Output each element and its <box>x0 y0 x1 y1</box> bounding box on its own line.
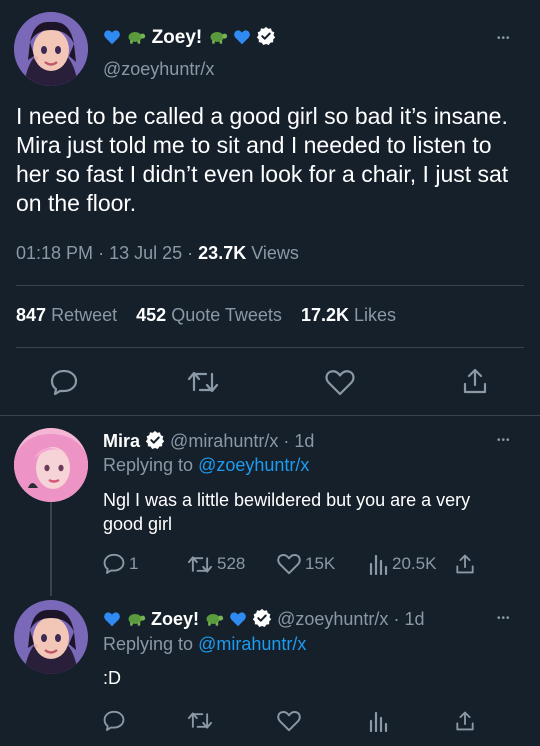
retweets-label: Retweet <box>51 305 118 325</box>
turtle-emoji-icon <box>206 614 224 626</box>
retweets-stat[interactable]: 847 Retweet <box>16 305 117 325</box>
main-tweet-handle[interactable]: @zoeyhuntr/x <box>103 59 214 80</box>
share-icon <box>456 711 474 731</box>
likes-label: Likes <box>354 305 397 325</box>
retweets-count: 847 <box>16 305 47 325</box>
reply-button[interactable] <box>50 369 78 395</box>
like-button[interactable] <box>277 710 301 732</box>
heart-icon <box>325 370 355 396</box>
quotes-label: Quote Tweets <box>171 305 282 325</box>
reply-2-handle[interactable]: @zoeyhuntr/x <box>277 609 388 629</box>
verified-badge-icon <box>145 430 165 449</box>
meta-separator: · <box>283 431 290 451</box>
replying-to-link[interactable]: @zoeyhuntr/x <box>198 455 309 475</box>
reply-icon <box>103 553 125 574</box>
views-label: Views <box>251 243 299 263</box>
share-button[interactable] <box>455 710 475 732</box>
reply-icon <box>103 710 125 731</box>
reply-1-text: Ngl I was a little bewildered but you ar… <box>103 490 471 534</box>
divider <box>0 415 540 416</box>
quotes-stat[interactable]: 452 Quote Tweets <box>136 305 282 325</box>
divider <box>16 347 524 348</box>
reply-1-display-name[interactable]: Mira <box>103 431 140 451</box>
blue-heart-icon <box>104 612 120 627</box>
quotes-count: 452 <box>136 305 167 325</box>
engagement-stats: 847 Retweet 452 Quote Tweets 17.2K Likes <box>16 305 396 326</box>
reply-count: 1 <box>129 553 139 573</box>
more-options-button[interactable]: ••• <box>497 614 511 624</box>
views-count: 20.5K <box>392 554 437 573</box>
thread-line <box>50 502 52 596</box>
blue-heart-icon <box>230 612 246 627</box>
tweet-time[interactable]: 01:18 PM <box>16 243 93 263</box>
zoey-avatar[interactable] <box>14 12 88 86</box>
meta-separator: · <box>187 243 194 263</box>
views-bar-chart-icon <box>369 554 388 575</box>
main-tweet-text: I need to be called a good girl so bad i… <box>16 103 509 216</box>
reply-2-replying-to: Replying to @mirahuntr/x <box>103 634 306 655</box>
divider <box>16 285 524 286</box>
main-tweet-display-name: Zoey! <box>151 27 203 48</box>
share-button[interactable] <box>462 367 488 395</box>
verified-badge-icon <box>252 608 272 627</box>
blue-heart-icon <box>233 30 250 45</box>
reply-1-replying-to: Replying to @zoeyhuntr/x <box>103 455 309 476</box>
views-button[interactable] <box>368 710 388 732</box>
reply-icon <box>50 369 78 395</box>
replying-label: Replying to <box>103 634 194 654</box>
tweet-date[interactable]: 13 Jul 25 <box>109 243 182 263</box>
reply-2-age[interactable]: 1d <box>404 609 424 629</box>
like-count: 15K <box>305 554 336 573</box>
mira-avatar[interactable] <box>14 428 88 502</box>
retweet-icon <box>187 712 213 729</box>
retweet-icon <box>187 371 219 393</box>
main-tweet-author[interactable]: Zoey! <box>103 26 276 49</box>
turtle-emoji-icon <box>210 32 227 44</box>
reply-1-age[interactable]: 1d <box>294 431 314 451</box>
heart-icon <box>277 554 301 575</box>
main-tweet-meta: 01:18 PM · 13 Jul 25 · 23.7K Views <box>16 243 299 264</box>
views-count: 23.7K <box>198 243 247 263</box>
turtle-emoji-icon <box>128 32 146 44</box>
views-button[interactable]: 20.5K <box>368 553 436 575</box>
meta-separator: · <box>98 243 105 263</box>
blue-heart-icon <box>104 30 120 45</box>
share-icon <box>463 368 487 394</box>
more-options-button[interactable]: ••• <box>497 34 511 44</box>
retweet-icon <box>187 555 213 573</box>
more-options-button[interactable]: ••• <box>497 436 511 446</box>
share-icon <box>456 554 474 574</box>
reply-button[interactable] <box>103 710 125 731</box>
retweet-count: 528 <box>217 554 246 573</box>
like-button[interactable] <box>325 369 355 396</box>
reply-2-text: :D <box>103 668 121 688</box>
likes-count: 17.2K <box>300 305 349 325</box>
meta-separator: · <box>393 609 400 629</box>
reply-button[interactable]: 1 <box>103 553 138 574</box>
verified-badge-icon <box>256 26 276 45</box>
share-button[interactable] <box>455 553 475 575</box>
retweet-button[interactable] <box>187 370 219 394</box>
heart-icon <box>277 711 301 732</box>
like-button[interactable]: 15K <box>277 553 335 575</box>
reply-1-handle[interactable]: @mirahuntr/x <box>170 431 278 451</box>
retweet-button[interactable] <box>187 711 213 730</box>
retweet-button[interactable]: 528 <box>187 554 245 574</box>
reply-2-display-name[interactable]: Zoey! <box>151 609 199 629</box>
reply-2-author: Zoey! @zoeyhuntr/x · 1d <box>103 608 425 630</box>
views-bar-chart-icon <box>369 711 388 732</box>
turtle-emoji-icon <box>128 614 146 626</box>
reply-1-author: Mira @mirahuntr/x · 1d <box>103 430 314 452</box>
zoey-avatar[interactable] <box>14 600 88 674</box>
replying-to-link[interactable]: @mirahuntr/x <box>198 634 306 654</box>
replying-label: Replying to <box>103 455 194 475</box>
likes-stat[interactable]: 17.2K Likes <box>301 305 396 325</box>
